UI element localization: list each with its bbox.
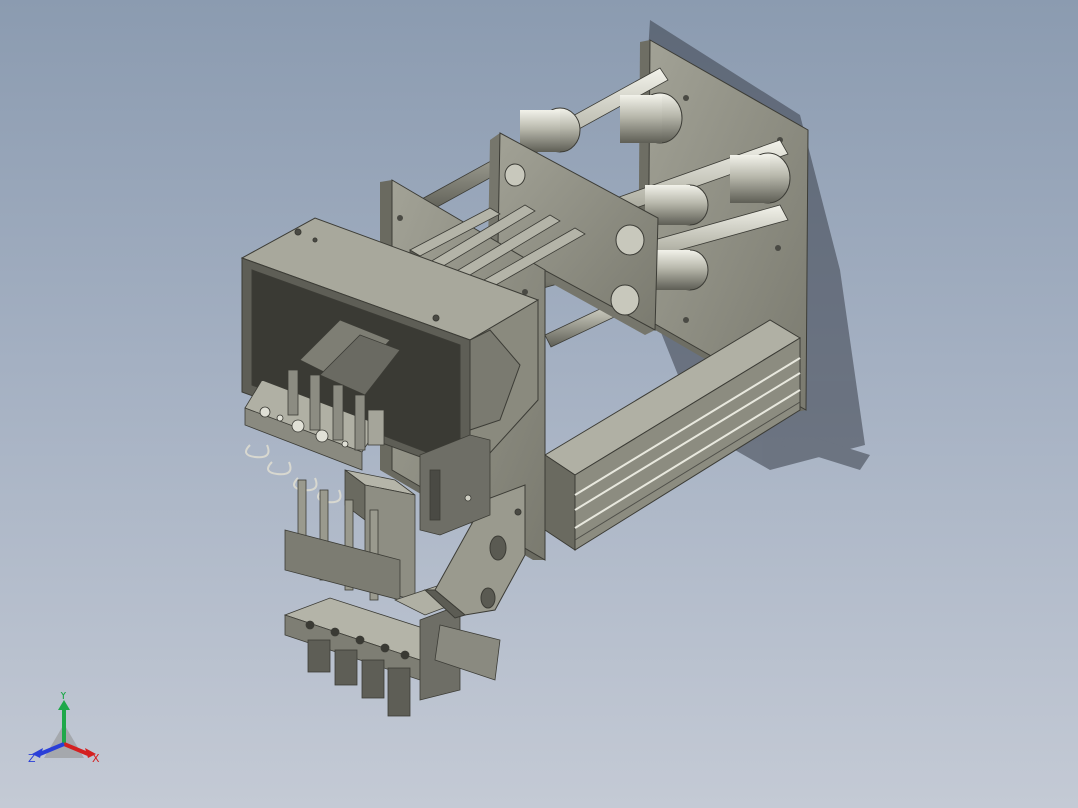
- x-axis-label: X: [92, 752, 100, 765]
- cad-viewport[interactable]: Y X Z: [0, 0, 1078, 808]
- coordinate-triad: Y X Z: [28, 692, 100, 765]
- vertical-stage: [284, 469, 416, 601]
- z-axis-label: Z: [28, 752, 36, 765]
- y-axis-label: Y: [59, 692, 67, 702]
- cad-assembly-model[interactable]: [0, 0, 1078, 808]
